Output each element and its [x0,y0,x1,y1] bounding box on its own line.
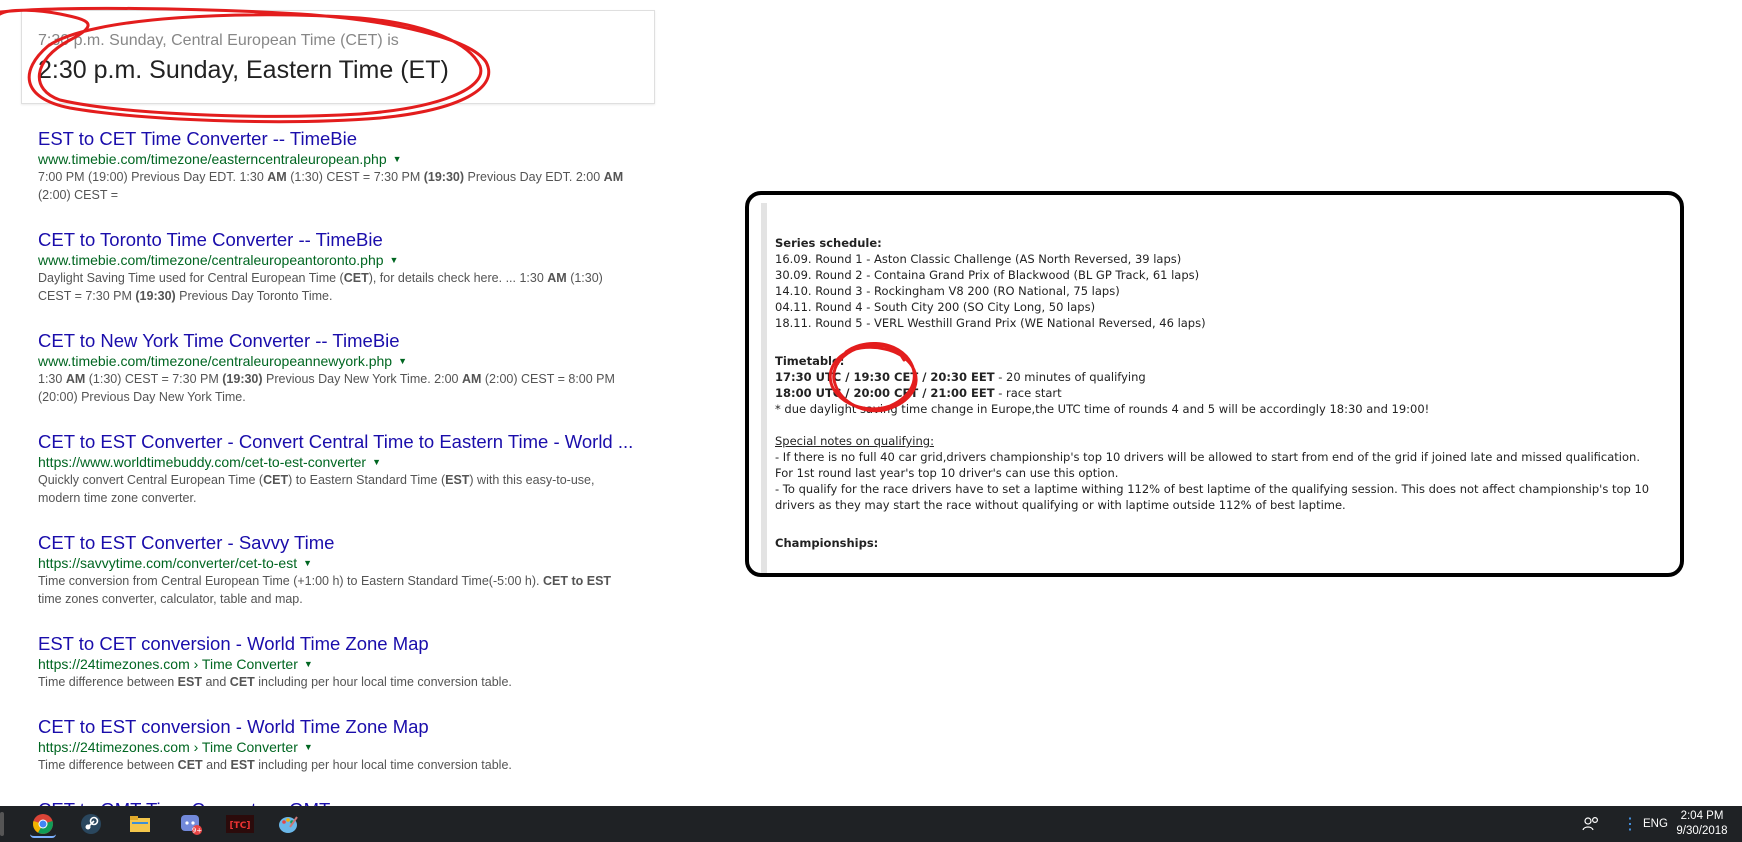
note-item: - To qualify for the race drivers have t… [775,482,1650,512]
system-clock[interactable]: 2:04 PM 9/30/2018 [1662,809,1742,839]
tc-app-icon[interactable]: [TC] [226,812,254,836]
forum-screenshot-panel: Series schedule: 16.09. Round 1 - Aston … [745,191,1684,577]
result-url-text[interactable]: www.timebie.com/timezone/centraleuropean… [38,353,392,369]
clock-time: 2:04 PM [1680,810,1724,822]
result-title-link[interactable]: CET to Toronto Time Converter -- TimeBie [38,229,638,251]
chrome-icon[interactable] [30,812,56,838]
schedule-item: 16.09. Round 1 - Aston Classic Challenge… [775,252,1182,266]
more-options-icon[interactable]: ⋮ [1622,806,1638,842]
result-title-link[interactable]: CET to EST conversion - World Time Zone … [38,716,638,738]
time-answer-card: 7:30 p.m. Sunday, Central European Time … [21,10,655,104]
search-result: CET to EST Converter - Savvy Time https:… [38,532,638,608]
answer-main-time: 2:30 p.m. Sunday, Eastern Time (ET) [38,56,449,84]
tc-app-label: [TC] [230,821,251,831]
result-url-text[interactable]: https://savvytime.com/converter/cet-to-e… [38,555,297,571]
result-snippet: Quickly convert Central European Time (C… [38,473,595,505]
search-result: CET to EST Converter - Convert Central T… [38,431,638,507]
file-explorer-icon[interactable] [127,812,153,836]
result-title-link[interactable]: EST to CET Time Converter -- TimeBie [38,128,638,150]
notes-heading: Special notes on qualifying: [775,434,934,448]
discord-icon[interactable]: 9+ [178,812,204,836]
result-title-link[interactable]: CET to New York Time Converter -- TimeBi… [38,330,638,352]
result-url-text[interactable]: https://www.worldtimebuddy.com/cet-to-es… [38,454,366,470]
dropdown-caret-icon[interactable]: ▼ [390,255,399,265]
timetable-desc: - race start [994,386,1062,400]
people-icon[interactable] [1582,806,1600,842]
timetable-desc: - 20 minutes of qualifying [994,370,1146,384]
result-title-link[interactable]: CET to EST Converter - Convert Central T… [38,431,638,453]
result-snippet: 7:00 PM (19:00) Previous Day EDT. 1:30 A… [38,170,624,202]
timetable-note: * due daylight saving time change in Eur… [775,402,1430,416]
windows-taskbar: 9+ [TC] ⋮ ENG 2:04 PM 9/30/2018 [0,806,1742,842]
dropdown-caret-icon[interactable]: ▼ [303,558,312,568]
qualifying-notes: Special notes on qualifying: - If there … [775,433,1655,513]
result-url[interactable]: www.timebie.com/timezone/centraleuropean… [38,251,638,269]
search-result: CET to Toronto Time Converter -- TimeBie… [38,229,638,305]
schedule-item: 30.09. Round 2 - Containa Grand Prix of … [775,268,1200,282]
result-url[interactable]: https://24timezones.com › Time Converter… [38,738,638,756]
schedule-item: 18.11. Round 5 - VERL Westhill Grand Pri… [775,316,1206,330]
quote-bar [761,203,767,573]
result-snippet: Daylight Saving Time used for Central Eu… [38,271,603,303]
answer-subtitle: 7:30 p.m. Sunday, Central European Time … [38,32,399,49]
timetable: Timetable: 17:30 UTC / 19:30 CET / 20:30… [775,353,1655,417]
paint-icon[interactable] [275,812,301,836]
note-item: - If there is no full 40 car grid,driver… [775,450,1640,480]
dropdown-caret-icon[interactable]: ▼ [304,659,313,669]
championships-heading: Championships: [775,536,879,550]
dropdown-caret-icon[interactable]: ▼ [372,457,381,467]
schedule-item: 04.11. Round 4 - South City 200 (SO City… [775,300,1096,314]
result-url-text[interactable]: www.timebie.com/timezone/easterncentrale… [38,151,387,167]
dropdown-caret-icon[interactable]: ▼ [393,154,402,164]
schedule-heading: Series schedule: [775,236,882,250]
result-url[interactable]: https://24timezones.com › Time Converter… [38,655,638,673]
result-snippet: 1:30 AM (1:30) CEST = 7:30 PM (19:30) Pr… [38,372,615,404]
result-url[interactable]: www.timebie.com/timezone/centraleuropean… [38,352,638,370]
timetable-heading: Timetable: [775,354,845,368]
dropdown-caret-icon[interactable]: ▼ [304,742,313,752]
result-snippet: Time conversion from Central European Ti… [38,574,612,606]
result-url-text[interactable]: https://24timezones.com › Time Converter [38,739,298,755]
result-url[interactable]: https://www.worldtimebuddy.com/cet-to-es… [38,453,638,471]
schedule-item: 14.10. Round 3 - Rockingham V8 200 (RO N… [775,284,1120,298]
series-schedule: Series schedule: 16.09. Round 1 - Aston … [775,235,1655,331]
result-url-text[interactable]: https://24timezones.com › Time Converter [38,656,298,672]
steam-icon[interactable] [78,812,104,836]
timetable-times: 18:00 UTC / 20:00 CET / 21:00 EET [775,386,995,400]
search-result: CET to EST conversion - World Time Zone … [38,716,638,774]
start-button-edge[interactable] [0,812,4,836]
result-snippet: Time difference between CET and EST incl… [38,758,512,772]
result-snippet: Time difference between EST and CET incl… [38,675,512,689]
result-title-link[interactable]: CET to EST Converter - Savvy Time [38,532,638,554]
search-result: EST to CET Time Converter -- TimeBie www… [38,128,638,204]
clock-date: 9/30/2018 [1676,825,1728,837]
notification-badge: 9+ [192,827,202,835]
result-url[interactable]: www.timebie.com/timezone/easterncentrale… [38,150,638,168]
dropdown-caret-icon[interactable]: ▼ [398,356,407,366]
timetable-times: 17:30 UTC / 19:30 CET / 20:30 EET [775,370,995,384]
result-title-link[interactable]: EST to CET conversion - World Time Zone … [38,633,638,655]
result-url-text[interactable]: www.timebie.com/timezone/centraleuropean… [38,252,384,268]
search-result: EST to CET conversion - World Time Zone … [38,633,638,691]
search-result: CET to New York Time Converter -- TimeBi… [38,330,638,406]
timetable-row: 18:00 UTC / 20:00 CET / 21:00 EET - race… [775,385,1655,401]
forum-post-body: Series schedule: 16.09. Round 1 - Aston … [775,235,1655,551]
result-url[interactable]: https://savvytime.com/converter/cet-to-e… [38,554,638,572]
timetable-row: 17:30 UTC / 19:30 CET / 20:30 EET - 20 m… [775,369,1655,385]
